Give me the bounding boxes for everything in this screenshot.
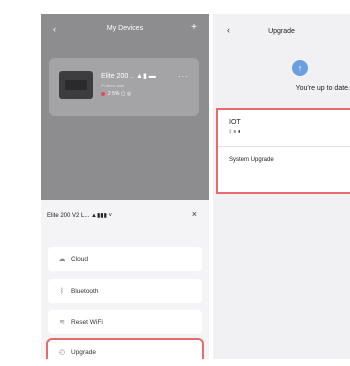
bluetooth-icon: ᛒ	[59, 287, 65, 295]
close-icon[interactable]: ×	[192, 209, 197, 219]
status-icons: ▲▮ ▬	[136, 73, 156, 80]
page-title: My Devices	[106, 25, 144, 32]
upgrade-screen: ‹ Upgrade ↑ You're up to date. IOT ᛒ ≋ ▮…	[213, 14, 350, 359]
menu-item-label: Upgrade	[71, 348, 96, 356]
menu-item-reset-wifi[interactable]: ≋ Reset WiFi	[48, 310, 202, 334]
page-title: Upgrade	[268, 28, 295, 35]
iot-status-icons: ᛒ ≋ ▮	[229, 129, 241, 135]
menu-item-label: Reset WiFi	[71, 318, 103, 326]
update-status-text: You're up to date.	[295, 85, 350, 92]
wifi-icon: ≋	[59, 319, 65, 326]
menu-item-label: Cloud	[71, 255, 88, 263]
more-icon[interactable]: ···	[178, 72, 189, 81]
divider	[218, 146, 350, 147]
header: ‹ My Devices +	[41, 14, 209, 46]
device-name: Elite 200 .. ▲▮ ▬	[101, 73, 156, 80]
device-subtitle: Pi demo user	[101, 83, 125, 88]
add-device-icon[interactable]: +	[191, 22, 197, 33]
iot-label: IOT	[229, 119, 241, 126]
device-card[interactable]: Elite 200 .. ▲▮ ▬ Pi demo user 2 5% ▢ ◎ …	[49, 58, 199, 116]
overlay-backdrop[interactable]: ‹ My Devices + Elite 200 .. ▲▮ ▬ Pi demo…	[41, 14, 209, 200]
menu-item-cloud[interactable]: ☁ Cloud	[48, 247, 202, 271]
cloud-icon: ☁	[58, 256, 66, 263]
menu-item-label: Bluetooth	[71, 287, 99, 295]
upgrade-icon: ◴	[58, 349, 66, 356]
menu-item-bluetooth[interactable]: ᛒ Bluetooth	[48, 279, 202, 303]
device-stats: 2 5% ▢ ◎	[101, 91, 131, 97]
cloud-upload-icon: ↑	[292, 60, 308, 76]
system-upgrade-item[interactable]: System Upgrade	[229, 157, 274, 163]
device-action-sheet: Elite 200 V2 L... ▲▮▮▮ ˅ × ☁ Cloud ᛒ Blu…	[41, 200, 209, 359]
sheet-title: Elite 200 V2 L... ▲▮▮▮ ˅	[47, 213, 113, 219]
device-image	[59, 71, 93, 99]
menu-item-upgrade[interactable]: ◴ Upgrade	[46, 338, 204, 359]
battery-icon	[101, 92, 105, 96]
devices-screen: ‹ My Devices + Elite 200 .. ▲▮ ▬ Pi demo…	[41, 14, 209, 359]
firmware-card: IOT ᛒ ≋ ▮ System Upgrade	[216, 108, 350, 194]
